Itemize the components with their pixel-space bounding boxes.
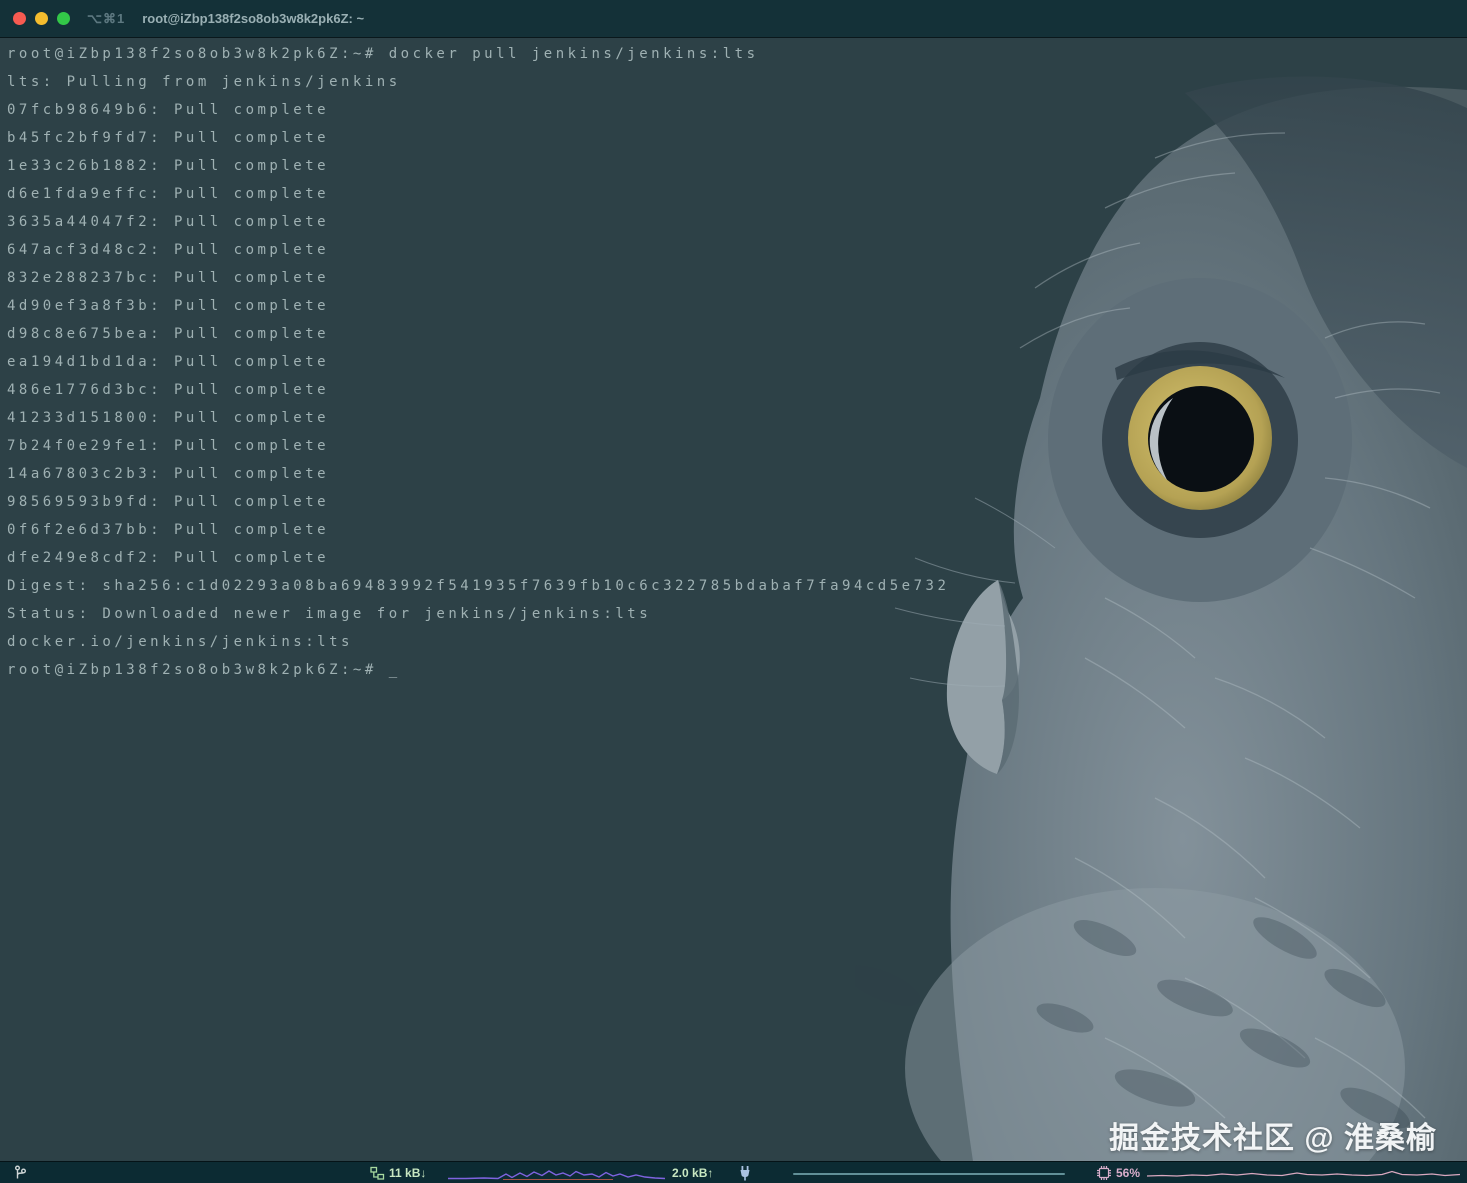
terminal-digest-line: Digest: sha256:c1d02293a08ba69483992f541… [7,578,950,594]
watermark-text: 掘金技术社区 @ 淮桑榆 [1109,1122,1437,1155]
plug-icon [740,1166,750,1181]
traffic-lights [13,12,70,25]
terminal-line: 647acf3d48c2: Pull complete [7,242,330,258]
terminal-line: 41233d151800: Pull complete [7,410,330,426]
terminal-line: 3635a44047f2: Pull complete [7,214,330,230]
terminal-line: 0f6f2e6d37bb: Pull complete [7,522,330,538]
terminal-line: lts: Pulling from jenkins/jenkins [7,74,401,90]
cpu-percent-label: 56% [1116,1166,1141,1180]
desktop: ⌥⌘1 root@iZbp138f2so8ob3w8k2pk6Z: ~ root… [0,0,1467,1183]
power-status-component[interactable] [739,1162,751,1183]
cpu-status-component[interactable]: 56% [1096,1162,1140,1183]
network-status-component[interactable]: 11 kB↓ [370,1162,426,1183]
terminal-line: 832e288237bc: Pull complete [7,270,330,286]
terminal-line: d98c8e675bea: Pull complete [7,326,330,342]
close-button[interactable] [13,12,26,25]
terminal-prompt-line: root@iZbp138f2so8ob3w8k2pk6Z:~# _ [7,656,1467,684]
terminal-line: 14a67803c2b3: Pull complete [7,466,330,482]
network-download-sparkline [448,1170,666,1180]
download-rate-label: 11 kB↓ [389,1166,427,1180]
tab-shortcut-label: ⌥⌘1 [87,10,126,26]
terminal-line: b45fc2bf9fd7: Pull complete [7,130,330,146]
upload-rate-component[interactable]: 2.0 kB↑ [672,1162,713,1183]
git-branch-icon [15,1165,26,1179]
terminal-line: root@iZbp138f2so8ob3w8k2pk6Z:~# docker p… [7,46,759,62]
terminal-line: 4d90ef3a8f3b: Pull complete [7,298,330,314]
zoom-button[interactable] [57,12,70,25]
shell-prompt: root@iZbp138f2so8ob3w8k2pk6Z:~# [7,662,377,678]
terminal-line: 7b24f0e29fe1: Pull complete [7,438,330,454]
status-separator-line [793,1173,1065,1175]
upload-rate-label: 2.0 kB↑ [672,1166,714,1180]
git-status-component[interactable] [14,1162,27,1183]
terminal-line: d6e1fda9effc: Pull complete [7,186,330,202]
cpu-usage-sparkline [1147,1170,1460,1177]
terminal-line: 486e1776d3bc: Pull complete [7,382,330,398]
minimize-button[interactable] [35,12,48,25]
terminal-cursor: _ [388,662,401,678]
status-bar: 11 kB↓ 2.0 kB↑ 56% [0,1161,1467,1183]
terminal-line: 1e33c26b1882: Pull complete [7,158,330,174]
terminal-status-line: Status: Downloaded newer image for jenki… [7,606,652,622]
terminal-line: 98569593b9fd: Pull complete [7,494,330,510]
terminal-line: 07fcb98649b6: Pull complete [7,102,330,118]
network-icon [370,1166,385,1180]
terminal-line: dfe249e8cdf2: Pull complete [7,550,330,566]
cpu-chip-icon [1097,1166,1111,1180]
terminal-line: docker.io/jenkins/jenkins:lts [7,634,353,650]
titlebar[interactable]: ⌥⌘1 root@iZbp138f2so8ob3w8k2pk6Z: ~ [0,0,1467,38]
window-title: root@iZbp138f2so8ob3w8k2pk6Z: ~ [142,11,365,26]
terminal-screen[interactable]: root@iZbp138f2so8ob3w8k2pk6Z:~# docker p… [0,38,1467,1161]
terminal-line: ea194d1bd1da: Pull complete [7,354,330,370]
